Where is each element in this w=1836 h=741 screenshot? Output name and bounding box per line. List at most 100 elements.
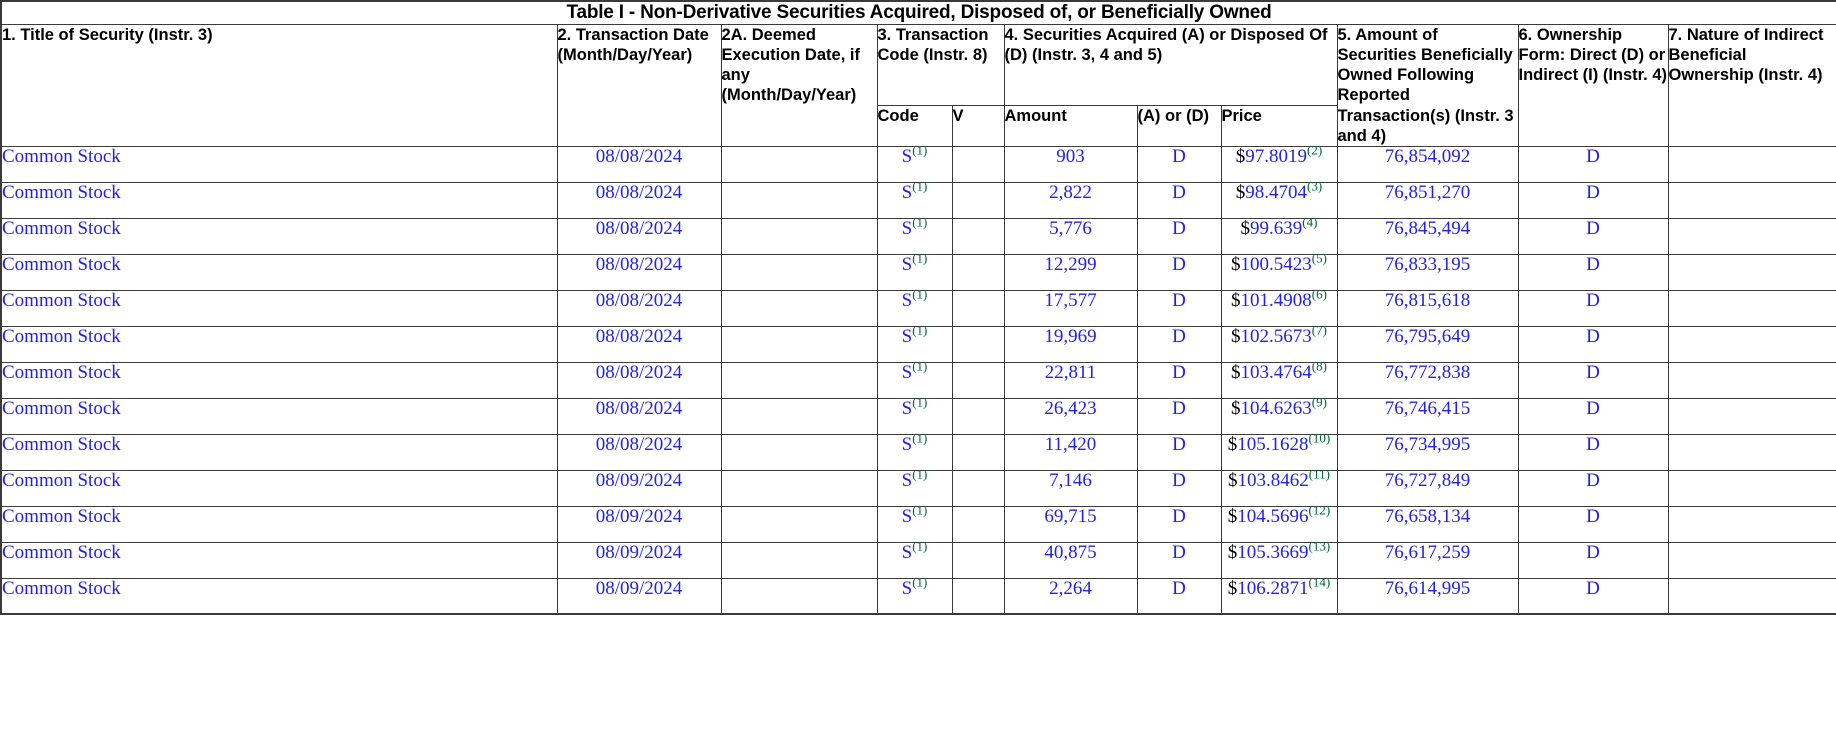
cell-acquired-disposed: D (1136, 181, 1222, 219)
cell-nature-indirect (1667, 397, 1836, 435)
cell-title-of-security: Common Stock (0, 325, 558, 363)
code-footnote-ref[interactable]: (1) (912, 250, 927, 265)
cell-amount: 19,969 (1003, 325, 1138, 363)
code-footnote-ref[interactable]: (1) (912, 322, 927, 337)
cell-title-of-security: Common Stock (0, 505, 558, 543)
table-row: Common Stock 08/08/2024 S(1) 17,577 D $101.… (0, 287, 1836, 327)
cell-deemed-execution-date (720, 505, 878, 543)
cell-transaction-date: 08/09/2024 (556, 541, 722, 579)
cell-nature-indirect (1667, 505, 1836, 543)
price-footnote-ref[interactable]: (9) (1312, 394, 1327, 409)
price-footnote-ref[interactable]: (2) (1307, 142, 1322, 157)
header-transaction-date: 2. Transaction Date (Month/Day/Year) (556, 24, 722, 147)
cell-v-flag (951, 541, 1005, 579)
price-footnote-ref[interactable]: (14) (1309, 574, 1331, 589)
price-footnote-ref[interactable]: (6) (1312, 286, 1327, 301)
price-currency-symbol: $ (1231, 397, 1241, 419)
code-footnote-ref[interactable]: (1) (912, 214, 927, 229)
code-footnote-ref[interactable]: (1) (912, 178, 927, 193)
code-footnote-ref[interactable]: (1) (912, 430, 927, 445)
cell-transaction-date: 08/08/2024 (556, 217, 722, 255)
code-footnote-ref[interactable]: (1) (912, 538, 927, 553)
subheader-code: Code (876, 104, 953, 147)
cell-beneficially-owned: 76,851,270 (1336, 181, 1519, 219)
transaction-code-letter: S (901, 505, 913, 527)
code-footnote-ref[interactable]: (1) (912, 286, 927, 301)
price-value: 97.8019 (1245, 145, 1308, 167)
cell-amount: 17,577 (1003, 289, 1138, 327)
cell-v-flag (951, 325, 1005, 363)
transaction-code-letter: S (901, 181, 913, 203)
cell-title-of-security: Common Stock (0, 181, 558, 219)
cell-beneficially-owned: 76,617,259 (1336, 541, 1519, 579)
transaction-code-letter: S (901, 325, 913, 347)
price-footnote-ref[interactable]: (10) (1309, 430, 1331, 445)
price-footnote-ref[interactable]: (5) (1312, 250, 1327, 265)
price-currency-symbol: $ (1235, 181, 1246, 203)
cell-deemed-execution-date (720, 145, 878, 183)
cell-price: $104.6263(9) (1220, 395, 1338, 435)
price-value: 106.2871 (1237, 577, 1309, 599)
cell-nature-indirect (1667, 433, 1836, 471)
cell-ownership-form: D (1517, 505, 1669, 543)
non-derivative-securities-table: Table I - Non-Derivative Securities Acqu… (0, 0, 1836, 616)
cell-amount: 5,776 (1003, 217, 1138, 255)
price-value: 102.5673 (1240, 325, 1312, 347)
table-title: Table I - Non-Derivative Securities Acqu… (0, 0, 1836, 25)
cell-deemed-execution-date (720, 433, 878, 471)
cell-deemed-execution-date (720, 217, 878, 255)
cell-beneficially-owned: 76,746,415 (1336, 397, 1519, 435)
cell-acquired-disposed: D (1136, 577, 1222, 615)
price-footnote-ref[interactable]: (7) (1312, 322, 1327, 337)
form4-table-page: Table I - Non-Derivative Securities Acqu… (0, 0, 1836, 741)
cell-nature-indirect (1667, 541, 1836, 579)
code-footnote-ref[interactable]: (1) (912, 394, 927, 409)
price-footnote-ref[interactable]: (8) (1312, 358, 1327, 373)
cell-nature-indirect (1667, 361, 1836, 399)
cell-acquired-disposed: D (1136, 145, 1222, 183)
transaction-code-letter: S (901, 433, 913, 455)
table-row: Common Stock 08/08/2024 S(1) 11,420 D $105.… (0, 431, 1836, 471)
table-row: Common Stock 08/08/2024 S(1) 12,299 D $100.… (0, 251, 1836, 291)
cell-ownership-form: D (1517, 325, 1669, 363)
code-footnote-ref[interactable]: (1) (912, 142, 927, 157)
cell-price: $102.5673(7) (1220, 323, 1338, 363)
code-footnote-ref[interactable]: (1) (912, 358, 927, 373)
price-currency-symbol: $ (1227, 577, 1238, 599)
cell-nature-indirect (1667, 217, 1836, 255)
price-currency-symbol: $ (1231, 289, 1241, 311)
price-value: 103.4764 (1240, 361, 1312, 383)
cell-transaction-code: S(1) (876, 395, 953, 435)
cell-beneficially-owned: 76,795,649 (1336, 325, 1519, 363)
price-footnote-ref[interactable]: (3) (1307, 178, 1322, 193)
cell-acquired-disposed: D (1136, 325, 1222, 363)
price-currency-symbol: $ (1227, 541, 1238, 563)
cell-price: $106.2871(14) (1220, 575, 1338, 615)
price-currency-symbol: $ (1228, 469, 1238, 491)
cell-transaction-date: 08/09/2024 (556, 577, 722, 615)
cell-ownership-form: D (1517, 433, 1669, 471)
cell-beneficially-owned: 76,734,995 (1336, 433, 1519, 471)
price-footnote-ref[interactable]: (11) (1309, 466, 1330, 481)
price-footnote-ref[interactable]: (12) (1309, 502, 1331, 517)
cell-acquired-disposed: D (1136, 541, 1222, 579)
cell-ownership-form: D (1517, 145, 1669, 183)
cell-amount: 2,264 (1003, 577, 1138, 615)
price-currency-symbol: $ (1231, 325, 1241, 347)
cell-price: $98.4704(3) (1220, 179, 1338, 219)
cell-deemed-execution-date (720, 469, 878, 507)
header-ownership-form: 6. Ownership Form: Direct (D) or Indirec… (1517, 24, 1669, 147)
cell-nature-indirect (1667, 289, 1836, 327)
cell-v-flag (951, 253, 1005, 291)
code-footnote-ref[interactable]: (1) (912, 574, 927, 589)
price-footnote-ref[interactable]: (4) (1302, 214, 1317, 229)
cell-transaction-date: 08/08/2024 (556, 145, 722, 183)
cell-amount: 7,146 (1003, 469, 1138, 507)
cell-deemed-execution-date (720, 397, 878, 435)
table-row: Common Stock 08/08/2024 S(1) 26,423 D $104.… (0, 395, 1836, 435)
code-footnote-ref[interactable]: (1) (912, 502, 927, 517)
header-nature-of-indirect-ownership: 7. Nature of Indirect Beneficial Ownersh… (1667, 24, 1836, 147)
price-footnote-ref[interactable]: (13) (1309, 538, 1331, 553)
code-footnote-ref[interactable]: (1) (912, 466, 927, 481)
cell-ownership-form: D (1517, 217, 1669, 255)
